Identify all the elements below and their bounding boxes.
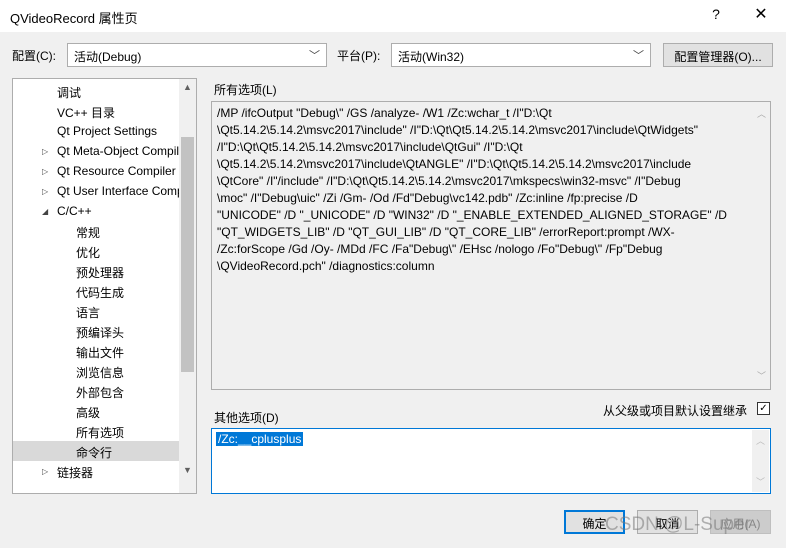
- scroll-down-icon[interactable]: ▼: [179, 465, 196, 475]
- tree-item-label: 所有选项: [76, 426, 125, 440]
- window-title: QVideoRecord 属性页: [10, 11, 138, 26]
- tree-item-label: 预编译头: [76, 326, 125, 340]
- tree-item[interactable]: 预处理器: [13, 261, 179, 281]
- platform-value: 活动(Win32): [398, 50, 465, 64]
- tree-item[interactable]: Qt Project Settings: [13, 121, 179, 141]
- scroll-up-icon[interactable]: ︿: [756, 434, 765, 447]
- platform-dropdown[interactable]: 活动(Win32) ﹀: [391, 43, 651, 67]
- tree-item[interactable]: 外部包含: [13, 381, 179, 401]
- tree-item-label: Qt User Interface Compiler: [57, 184, 179, 198]
- tree-item-label: 高级: [76, 406, 101, 420]
- scroll-thumb[interactable]: [181, 137, 194, 372]
- other-options-textbox[interactable]: /Zc:__cplusplus ︿ ﹀: [211, 428, 771, 494]
- config-label: 配置(C):: [12, 49, 56, 63]
- all-options-text: /MP /ifcOutput "Debug\" /GS /analyze- /W…: [217, 106, 727, 273]
- tree-item-label: 链接器: [57, 466, 94, 480]
- tree-item-label: 优化: [76, 246, 101, 260]
- other-options-value: /Zc:__cplusplus: [216, 432, 304, 446]
- tree-item[interactable]: ◢ C/C++: [13, 201, 179, 221]
- tree-item[interactable]: 输出文件: [13, 341, 179, 361]
- collapsed-arrow-icon[interactable]: ▷: [42, 187, 48, 196]
- tree-item[interactable]: ▷ Qt Resource Compiler: [13, 161, 179, 181]
- tree-item-label: Qt Resource Compiler: [57, 164, 176, 178]
- tree-item-label: 预处理器: [76, 266, 125, 280]
- tree-item[interactable]: 所有选项: [13, 421, 179, 441]
- all-options-textbox[interactable]: /MP /ifcOutput "Debug\" /GS /analyze- /W…: [211, 101, 771, 390]
- close-button[interactable]: ✕: [748, 4, 774, 24]
- tree-item[interactable]: ▷ Qt Meta-Object Compiler: [13, 141, 179, 161]
- tree-item-label: Qt Project Settings: [57, 124, 158, 138]
- scroll-up-icon[interactable]: ▲: [179, 82, 196, 92]
- tree-item[interactable]: ▷ Qt User Interface Compiler: [13, 181, 179, 201]
- tree-item[interactable]: 代码生成: [13, 281, 179, 301]
- tree-item[interactable]: 常规: [13, 221, 179, 241]
- tree-item[interactable]: 调试: [13, 81, 179, 101]
- tree-item-label: VC++ 目录: [57, 106, 116, 120]
- inherit-checkbox[interactable]: ✓: [757, 402, 770, 415]
- tree-item-label: 命令行: [76, 446, 113, 460]
- title-bar: QVideoRecord 属性页 ? ✕: [0, 0, 786, 32]
- tree-scrollbar[interactable]: ▲ ▼: [179, 79, 196, 493]
- tree-item-label: 代码生成: [76, 286, 125, 300]
- tree-item[interactable]: 浏览信息: [13, 361, 179, 381]
- tree-item-label: 外部包含: [76, 386, 125, 400]
- collapsed-arrow-icon[interactable]: ▷: [42, 467, 48, 476]
- platform-label: 平台(P):: [337, 49, 381, 63]
- scroll-down-icon[interactable]: ﹀: [757, 368, 766, 385]
- watermark: CSDN @L-Super: [605, 514, 751, 535]
- scroll-down-icon[interactable]: ﹀: [756, 475, 765, 488]
- tree-item[interactable]: 高级: [13, 401, 179, 421]
- help-button[interactable]: ?: [706, 6, 726, 22]
- scroll-up-icon[interactable]: ︿: [757, 106, 766, 123]
- tree-item[interactable]: 优化: [13, 241, 179, 261]
- chevron-down-icon: ﹀: [633, 50, 644, 62]
- tree-item[interactable]: 命令行: [13, 441, 179, 461]
- tree-item-label: Qt Meta-Object Compiler: [57, 144, 179, 158]
- property-tree[interactable]: 调试 VC++ 目录 Qt Project Settings ▷ Qt Meta-Obj…: [12, 78, 197, 494]
- collapsed-arrow-icon[interactable]: ▷: [42, 147, 48, 156]
- all-options-label: 所有选项(L): [214, 83, 277, 97]
- config-manager-button[interactable]: 配置管理器(O)...: [663, 43, 773, 67]
- config-value: 活动(Debug): [74, 50, 142, 64]
- tree-item-label: 语言: [76, 306, 101, 320]
- tree-item-label: 常规: [76, 226, 101, 240]
- inherit-label: 从父级或项目默认设置继承: [603, 404, 748, 418]
- collapsed-arrow-icon[interactable]: ▷: [42, 167, 48, 176]
- tree-item[interactable]: 语言: [13, 301, 179, 321]
- tree-item-label: 输出文件: [76, 346, 125, 360]
- tree-item-label: C/C++: [57, 204, 92, 218]
- tree-item-label: 浏览信息: [76, 366, 125, 380]
- expanded-arrow-icon[interactable]: ◢: [42, 207, 48, 216]
- tree-item[interactable]: 预编译头: [13, 321, 179, 341]
- config-dropdown[interactable]: 活动(Debug) ﹀: [67, 43, 327, 67]
- tree-item-label: 调试: [57, 86, 82, 100]
- tree-item[interactable]: VC++ 目录: [13, 101, 179, 121]
- chevron-down-icon: ﹀: [309, 50, 320, 62]
- other-options-scrollbar[interactable]: ︿ ﹀: [752, 430, 769, 492]
- other-options-label: 其他选项(D): [214, 411, 279, 425]
- tree-item[interactable]: ▷ 链接器: [13, 461, 179, 481]
